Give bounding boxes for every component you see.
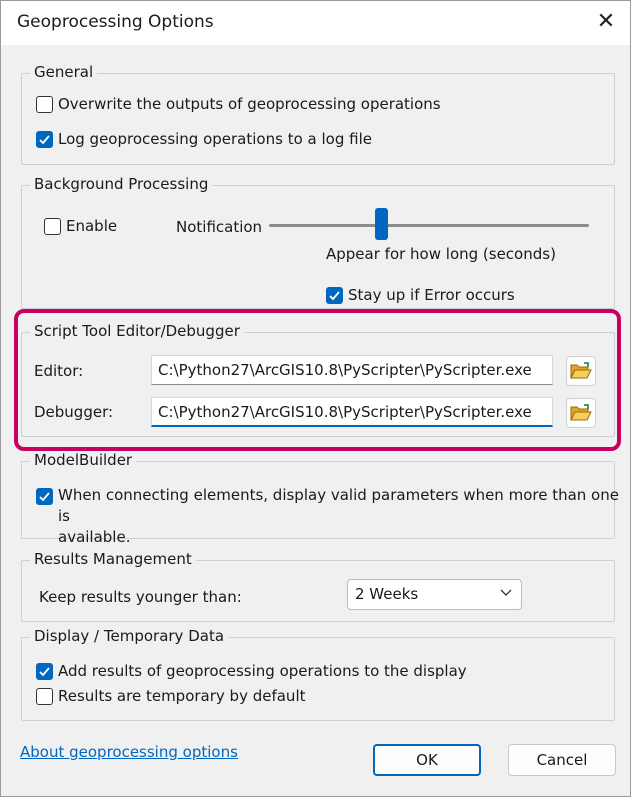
display-legend: Display / Temporary Data: [30, 627, 229, 645]
overwrite-checkbox[interactable]: [36, 95, 53, 113]
keep-results-label: Keep results younger than:: [39, 588, 242, 606]
notification-label: Notification: [176, 218, 263, 236]
modelbuilder-legend: ModelBuilder: [30, 451, 137, 469]
add-results-checkbox[interactable]: [36, 662, 53, 680]
log-checkbox[interactable]: [36, 130, 53, 148]
add-results-option[interactable]: Add results of geoprocessing operations …: [36, 662, 467, 680]
keep-results-value: 2 Weeks: [355, 585, 419, 603]
enable-checkbox[interactable]: [44, 217, 61, 235]
stay-up-label: Stay up if Error occurs: [348, 286, 515, 304]
valid-params-checkbox[interactable]: [36, 488, 53, 505]
debugger-label: Debugger:: [34, 403, 114, 421]
overwrite-label: Overwrite the outputs of geoprocessing o…: [58, 95, 441, 113]
general-group: General: [21, 63, 615, 165]
editor-path-input[interactable]: C:\Python27\ArcGIS10.8\PyScripter\PyScri…: [151, 355, 553, 385]
enable-label: Enable: [66, 217, 118, 235]
notification-slider-thumb[interactable]: [374, 208, 388, 240]
geoprocessing-options-dialog: Geoprocessing Options ✕ General Overwrit…: [0, 0, 631, 797]
cancel-button[interactable]: Cancel: [508, 744, 616, 776]
valid-params-option[interactable]: When connecting elements, display valid …: [36, 485, 630, 548]
about-geoprocessing-link[interactable]: About geoprocessing options: [20, 743, 238, 761]
chevron-down-icon: [500, 589, 512, 596]
add-results-label: Add results of geoprocessing operations …: [58, 662, 467, 680]
stay-up-checkbox[interactable]: [326, 286, 343, 304]
overwrite-option[interactable]: Overwrite the outputs of geoprocessing o…: [36, 95, 441, 113]
background-legend: Background Processing: [30, 175, 213, 193]
temporary-label: Results are temporary by default: [58, 687, 306, 705]
stay-up-option[interactable]: Stay up if Error occurs: [326, 286, 515, 304]
checkmark-icon: [329, 290, 340, 300]
valid-params-label-line2: available.: [58, 528, 131, 546]
debugger-browse-button[interactable]: [566, 398, 596, 428]
debugger-path-input[interactable]: C:\Python27\ArcGIS10.8\PyScripter\PyScri…: [151, 397, 553, 427]
ok-button[interactable]: OK: [373, 744, 481, 776]
slider-caption: Appear for how long (seconds): [326, 245, 556, 263]
title-bar: Geoprocessing Options ✕: [1, 1, 630, 45]
log-option[interactable]: Log geoprocessing operations to a log fi…: [36, 130, 372, 148]
general-legend: General: [30, 63, 98, 81]
checkmark-icon: [39, 492, 50, 502]
temporary-checkbox[interactable]: [36, 687, 53, 705]
script-tool-legend: Script Tool Editor/Debugger: [30, 322, 244, 340]
folder-open-icon: [570, 362, 592, 379]
notification-slider-track[interactable]: [269, 224, 589, 227]
close-icon[interactable]: ✕: [594, 11, 618, 35]
checkmark-icon: [39, 134, 50, 144]
keep-results-select[interactable]: 2 Weeks: [347, 579, 522, 610]
window-title: Geoprocessing Options: [17, 12, 214, 32]
temporary-option[interactable]: Results are temporary by default: [36, 687, 306, 705]
editor-label: Editor:: [34, 362, 84, 380]
results-legend: Results Management: [30, 550, 196, 568]
valid-params-label-line1: When connecting elements, display valid …: [58, 486, 619, 525]
checkmark-icon: [39, 666, 50, 676]
folder-open-icon: [570, 404, 592, 421]
editor-browse-button[interactable]: [566, 356, 596, 386]
log-label: Log geoprocessing operations to a log fi…: [58, 130, 372, 148]
enable-option[interactable]: Enable: [44, 217, 117, 235]
